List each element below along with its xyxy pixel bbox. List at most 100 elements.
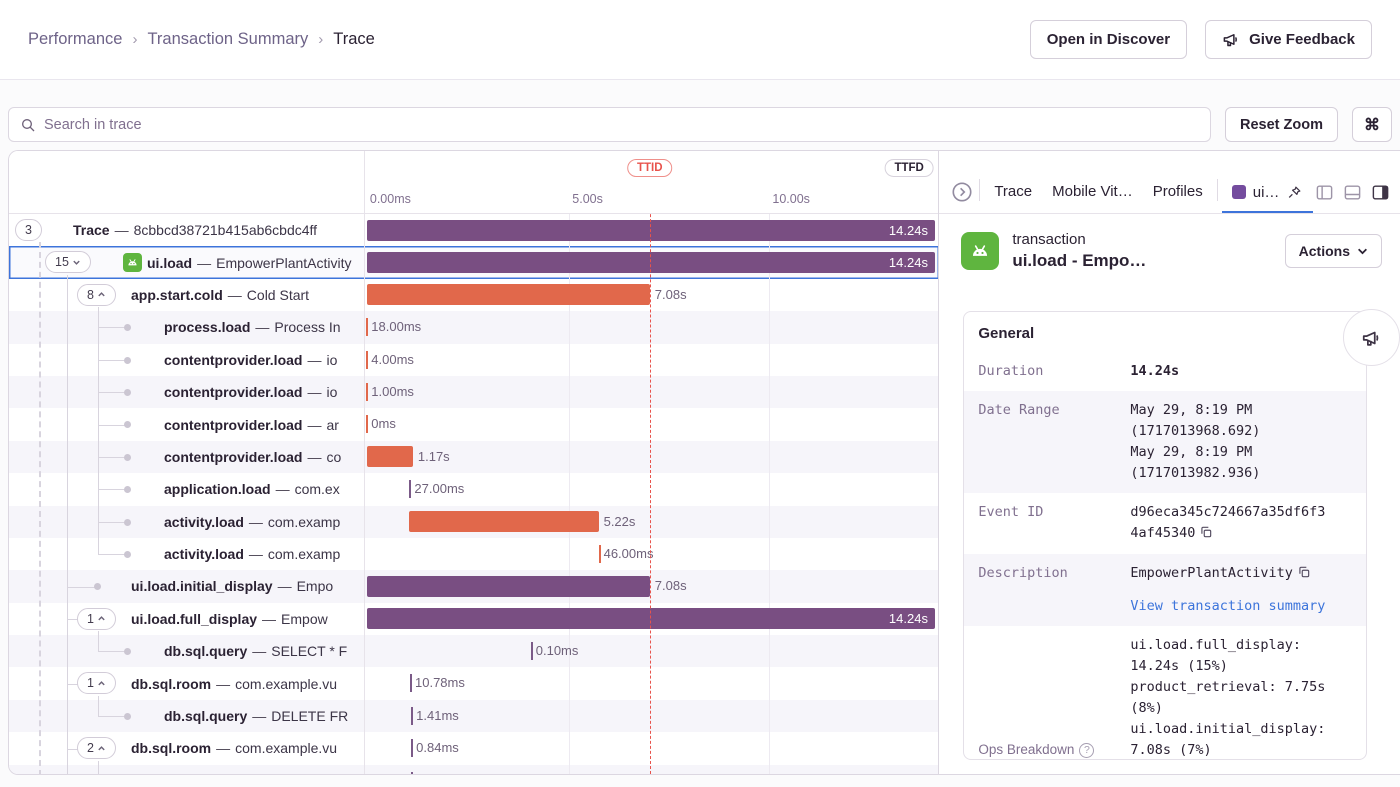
span-count-badge[interactable]: 1 [77, 608, 116, 630]
megaphone-icon [1361, 327, 1383, 349]
trace-row[interactable]: contentprovider.load—io4.00ms [9, 344, 938, 376]
timeline-header[interactable]: TTID TTFD 0.00ms5.00s10.00s [9, 151, 938, 214]
span-duration-bar[interactable]: 14.24s [367, 220, 935, 241]
trace-row[interactable]: db.sql.query—DELETE FR1.41ms [9, 700, 938, 732]
breadcrumb-item-performance[interactable]: Performance [28, 30, 122, 49]
search-box[interactable] [8, 107, 1211, 142]
trace-row-chart[interactable]: 0ms [364, 408, 938, 440]
trace-row-tree: 3Trace—8cbbcd38721b415ab6cbdc4ff [9, 214, 364, 246]
trace-row[interactable]: contentprovider.load—ar0ms [9, 408, 938, 440]
span-duration-bar[interactable] [367, 284, 650, 305]
trace-row[interactable]: db.sql.query—SELECT * F0.10ms [9, 635, 938, 667]
span-count-badge[interactable]: 3 [15, 219, 42, 241]
trace-row-chart[interactable]: 14.24s [364, 246, 938, 278]
span-duration-bar[interactable] [409, 511, 598, 532]
search-input[interactable] [44, 117, 1199, 133]
span-duration-bar[interactable] [367, 446, 413, 467]
trace-row[interactable]: process.load—Process In18.00ms [9, 311, 938, 343]
tab-ui[interactable]: ui… [1222, 184, 1314, 214]
ttfd-marker-pill[interactable]: TTFD [884, 159, 933, 177]
ttid-marker-pill[interactable]: TTID [627, 159, 673, 177]
open-in-discover-button[interactable]: Open in Discover [1030, 20, 1187, 59]
span-count-badge[interactable]: 8 [77, 284, 116, 306]
span-duration-label: 46.00ms [604, 538, 654, 570]
view-transaction-summary-link[interactable]: View transaction summary [1130, 596, 1326, 617]
copy-icon[interactable] [1297, 565, 1311, 586]
trace-row-chart[interactable]: 7.08s [364, 279, 938, 311]
copy-icon[interactable] [1199, 525, 1213, 546]
layout-right-panel-icon[interactable] [1371, 183, 1390, 202]
span-duration-tick[interactable] [599, 545, 601, 563]
give-feedback-button[interactable]: Give Feedback [1205, 20, 1372, 59]
trace-row-chart[interactable]: 1.17s [364, 441, 938, 473]
trace-row-chart[interactable]: 4.00ms [364, 344, 938, 376]
span-duration-tick[interactable] [411, 772, 413, 774]
layout-left-panel-icon[interactable] [1315, 183, 1334, 202]
span-description: DELETE FR [271, 708, 348, 724]
trace-row[interactable]: contentprovider.load—co 1.17s [9, 441, 938, 473]
span-op: ui.load.full_display [131, 611, 257, 627]
collapse-panel-icon[interactable] [951, 181, 973, 203]
trace-row-chart[interactable]: 0.10ms [364, 635, 938, 667]
span-duration-tick[interactable] [531, 642, 533, 660]
trace-row-chart[interactable]: 7.08s [364, 570, 938, 602]
trace-row[interactable]: activity.load—com.examp5.22s [9, 506, 938, 538]
trace-row-chart[interactable]: 14.24s [364, 603, 938, 635]
tab-separator [1217, 179, 1218, 201]
feedback-circle-button[interactable] [1343, 309, 1400, 366]
tab-Trace[interactable]: Trace [984, 183, 1042, 213]
span-duration-bar[interactable] [367, 576, 650, 597]
span-duration-bar[interactable]: 14.24s [367, 608, 935, 629]
help-icon[interactable]: ? [1079, 743, 1094, 758]
trace-row[interactable]: 15ui.load—EmpowerPlantActivity14.24s [9, 246, 938, 278]
span-duration-tick[interactable] [366, 318, 368, 336]
trace-row-chart[interactable]: 14.24s [364, 214, 938, 246]
trace-row[interactable]: 1db.sql.room—com.example.vu10.78ms [9, 667, 938, 699]
breadcrumb-separator: › [318, 31, 323, 48]
trace-row-chart[interactable]: 5.22s [364, 506, 938, 538]
span-count-badge[interactable]: 1 [77, 672, 116, 694]
span-duration-tick[interactable] [366, 415, 368, 433]
span-duration-tick[interactable] [366, 383, 368, 401]
trace-row[interactable]: 3Trace—8cbbcd38721b415ab6cbdc4ff14.24s [9, 214, 938, 246]
span-count-badge[interactable]: 15 [45, 251, 91, 273]
layout-bottom-panel-icon[interactable] [1343, 183, 1362, 202]
span-duration-tick[interactable] [410, 674, 412, 692]
trace-row[interactable]: application.load—com.ex27.00ms [9, 473, 938, 505]
span-duration-tick[interactable] [411, 707, 413, 725]
trace-row[interactable]: ui.load.initial_display—Empo7.08s [9, 570, 938, 602]
breadcrumb-item-transaction-summary[interactable]: Transaction Summary [147, 30, 308, 49]
tab-Mobile Vit[interactable]: Mobile Vit… [1042, 183, 1143, 213]
trace-row-chart[interactable]: 27.00ms [364, 473, 938, 505]
span-label: contentprovider.load—co [164, 441, 341, 473]
trace-row-chart[interactable]: 1.00ms [364, 376, 938, 408]
command-shortcut-button[interactable]: ⌘ [1352, 107, 1392, 142]
tree-chart-divider[interactable] [364, 151, 365, 774]
span-description: Empow [281, 611, 328, 627]
trace-row[interactable]: 1ui.load.full_display—Empow14.24s [9, 603, 938, 635]
span-duration-tick[interactable] [366, 351, 368, 369]
trace-row-chart[interactable]: 46.00ms [364, 538, 938, 570]
tree-node-dot [124, 486, 131, 493]
reset-zoom-button[interactable]: Reset Zoom [1225, 107, 1338, 142]
trace-row-chart[interactable]: 18.00ms [364, 311, 938, 343]
trace-row-chart[interactable]: 1.41ms [364, 700, 938, 732]
actions-button[interactable]: Actions [1285, 234, 1382, 268]
trace-row[interactable]: db.sql.query—INSERT OR 0.70ms [9, 765, 938, 774]
span-label: db.sql.query—INSERT OR [164, 765, 347, 774]
breadcrumb-item-trace[interactable]: Trace [333, 30, 375, 49]
trace-row-chart[interactable]: 10.78ms [364, 667, 938, 699]
trace-row[interactable]: contentprovider.load—io1.00ms [9, 376, 938, 408]
trace-row[interactable]: 2db.sql.room—com.example.vu0.84ms [9, 732, 938, 764]
trace-row-chart[interactable]: 0.84ms [364, 732, 938, 764]
tab-Profiles[interactable]: Profiles [1143, 183, 1213, 213]
trace-row[interactable]: activity.load—com.examp46.00ms [9, 538, 938, 570]
span-duration-label: 14.24s [889, 608, 928, 629]
trace-row-chart[interactable]: 0.70ms [364, 765, 938, 774]
span-count-badge[interactable]: 2 [77, 737, 116, 759]
span-duration-tick[interactable] [409, 480, 411, 498]
span-duration-tick[interactable] [411, 739, 413, 757]
trace-row[interactable]: 8app.start.cold—Cold Start7.08s [9, 279, 938, 311]
span-duration-bar[interactable]: 14.24s [367, 252, 935, 273]
pin-tab-icon[interactable] [1286, 184, 1303, 201]
